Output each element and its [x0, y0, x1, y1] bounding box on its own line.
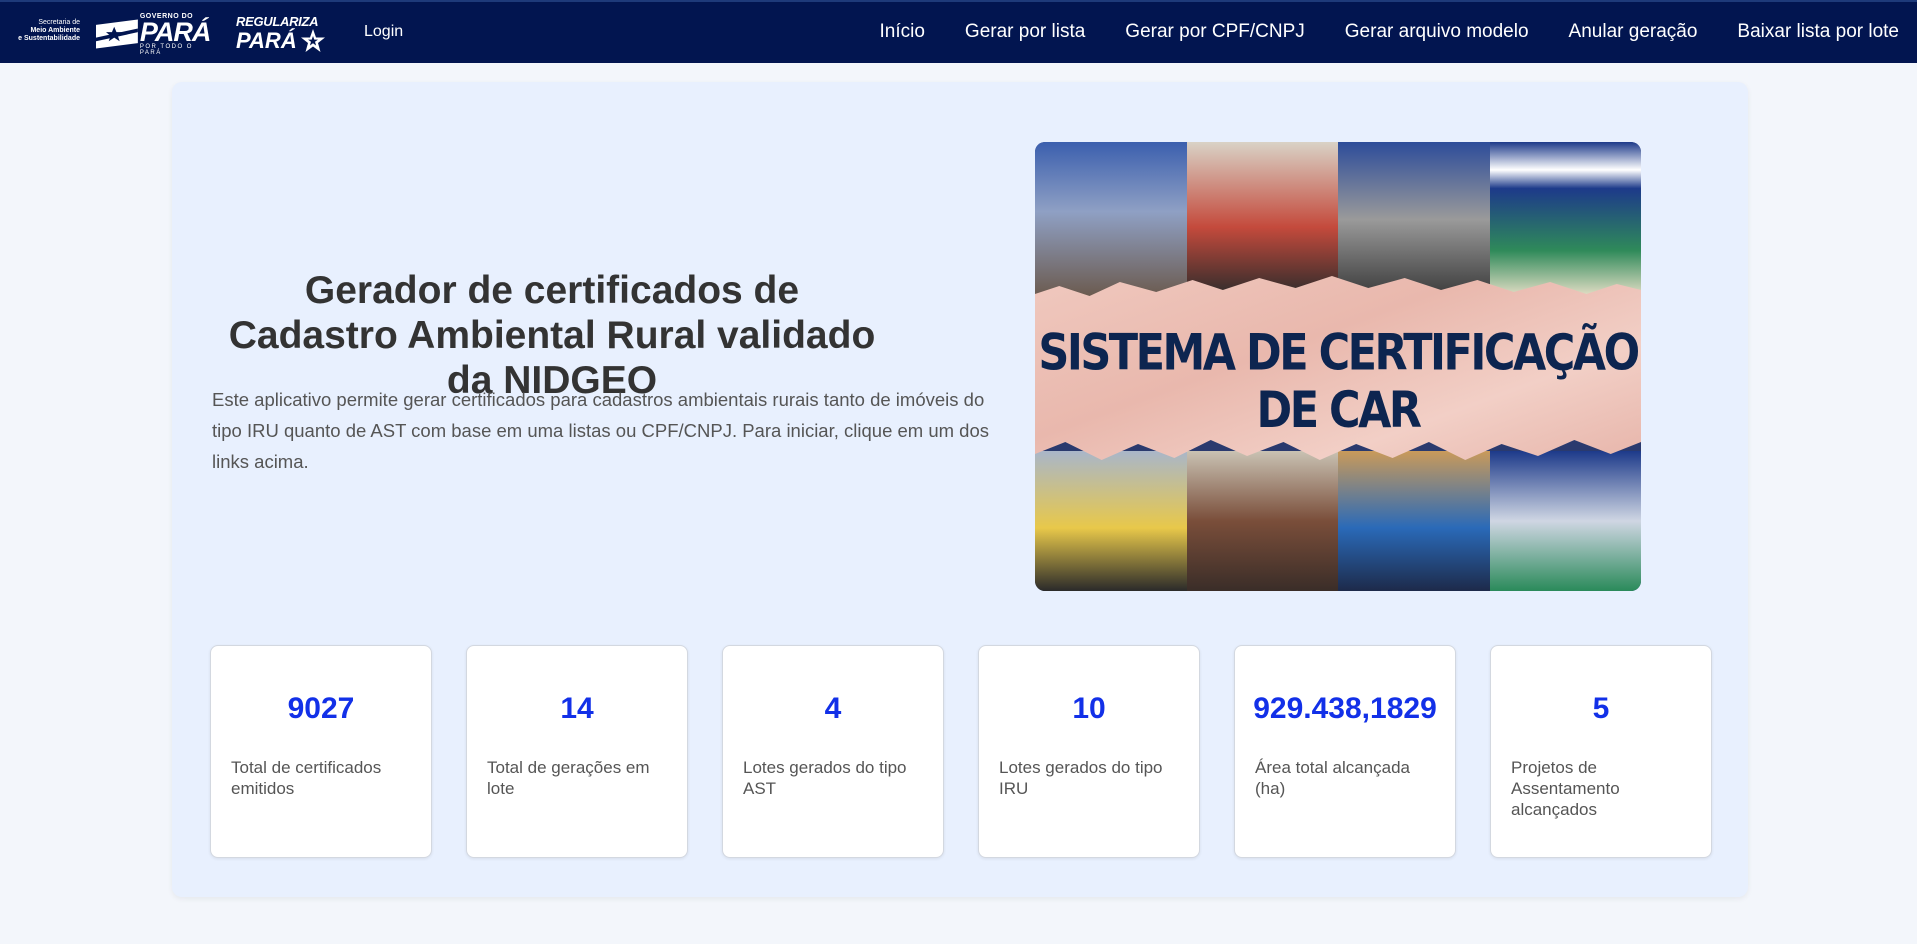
stat-label: Total de gerações em lote: [487, 758, 650, 798]
semas-logo[interactable]: Secretaria de Meio Ambiente e Sustentabi…: [12, 19, 80, 47]
stat-value: 4: [824, 692, 842, 725]
photo-collage-top: [1035, 142, 1641, 297]
stat-card: 14 Total de gerações em lote: [466, 645, 688, 858]
nav-gerar-por-cpf-cnpj[interactable]: Gerar por CPF/CNPJ: [1125, 21, 1304, 43]
stat-value: 929.438,1829: [1253, 692, 1437, 725]
stat-value: 5: [1592, 692, 1610, 725]
stat-label: Total de certificados emitidos: [231, 758, 382, 798]
nav-inicio[interactable]: Início: [880, 21, 925, 43]
page-title: Gerador de certificados de Cadastro Ambi…: [228, 269, 876, 402]
image-banner-text: SISTEMA DE CERTIFICAÇÃO DE CAR: [1038, 324, 1640, 440]
page-description: Este aplicativo permite gerar certificad…: [212, 389, 989, 472]
para-flag-icon: [96, 19, 138, 49]
gov-big-text: PARÁ: [139, 16, 212, 47]
stat-card: 929.438,1829 Área total alcançada (ha): [1234, 645, 1456, 858]
stat-label: Área total alcançada (ha): [1255, 758, 1410, 798]
stat-label: Lotes gerados do tipo AST: [743, 758, 907, 798]
stat-card: 5 Projetos de Assentamento alcançados: [1490, 645, 1712, 858]
governo-para-logo[interactable]: GOVERNO DO PARÁ POR TODO O PARÁ: [96, 13, 212, 56]
semas-line-2: Meio Ambiente: [30, 27, 80, 34]
star-icon: [300, 29, 325, 52]
regulariza-top-text: REGULARIZA: [236, 14, 319, 29]
photo-collage-bottom: [1035, 451, 1641, 591]
gov-sub-text: POR TODO O PARÁ: [139, 43, 193, 56]
hero-image: SISTEMA DE CERTIFICAÇÃO DE CAR: [1035, 142, 1641, 591]
stat-label: Projetos de Assentamento alcançados: [1511, 758, 1620, 819]
stat-card: 10 Lotes gerados do tipo IRU: [978, 645, 1200, 858]
main-card: Gerador de certificados de Cadastro Ambi…: [172, 82, 1748, 897]
stat-label: Lotes gerados do tipo IRU: [999, 758, 1163, 798]
main-nav: Início Gerar por lista Gerar por CPF/CNP…: [840, 21, 1900, 43]
navbar: Secretaria de Meio Ambiente e Sustentabi…: [0, 0, 1917, 63]
nav-anular-geracao[interactable]: Anular geração: [1569, 21, 1698, 43]
nav-baixar-lista-por-lote[interactable]: Baixar lista por lote: [1737, 21, 1899, 43]
nav-gerar-arquivo-modelo[interactable]: Gerar arquivo modelo: [1345, 21, 1529, 43]
stat-value: 10: [1072, 692, 1106, 725]
regulariza-bottom-text: PARÁ: [236, 28, 297, 53]
stat-card: 9027 Total de certificados emitidos: [210, 645, 432, 858]
stat-card: 4 Lotes gerados do tipo AST: [722, 645, 944, 858]
stat-value: 14: [560, 692, 594, 725]
semas-line-3: e Sustentabilidade: [18, 35, 80, 42]
regulariza-para-logo[interactable]: REGULARIZA PARÁ: [236, 14, 326, 54]
login-link[interactable]: Login: [364, 23, 403, 41]
stat-value: 9027: [287, 692, 355, 725]
semas-line-1: Secretaria de: [38, 19, 80, 26]
nav-gerar-por-lista[interactable]: Gerar por lista: [965, 21, 1085, 43]
